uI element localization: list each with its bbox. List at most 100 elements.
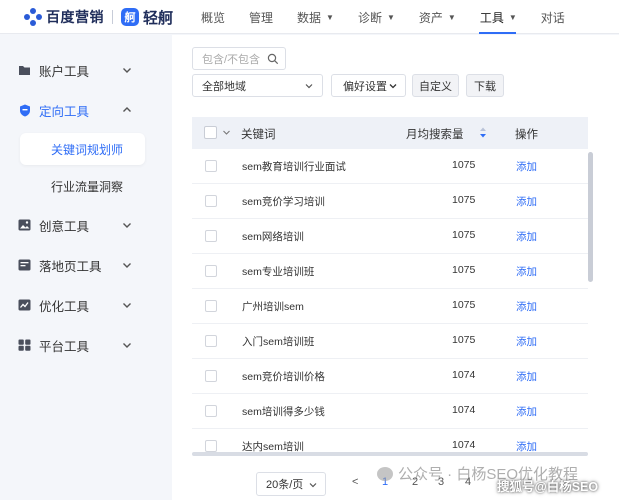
- select-all-checkbox[interactable]: [204, 126, 217, 139]
- row-checkbox[interactable]: [205, 300, 217, 312]
- add-keyword-link[interactable]: 添加: [516, 369, 537, 384]
- nav-item-diagnose[interactable]: 诊断 ▼: [345, 0, 406, 34]
- volume-cell: 1075: [452, 334, 476, 346]
- custom-button[interactable]: 自定义: [412, 74, 459, 97]
- sidebar-item-optimization-tools[interactable]: 优化工具: [18, 293, 144, 317]
- row-checkbox[interactable]: [205, 230, 217, 242]
- add-keyword-link[interactable]: 添加: [516, 229, 537, 244]
- add-keyword-link[interactable]: 添加: [516, 299, 537, 314]
- sidebar-item-landing-page-tools[interactable]: 落地页工具: [18, 253, 144, 277]
- image-icon: [18, 219, 31, 232]
- table-row: sem竞价培训价格 1074 添加: [192, 359, 588, 394]
- download-button[interactable]: 下载: [466, 74, 504, 97]
- row-checkbox[interactable]: [205, 440, 217, 452]
- chevron-up-icon: [123, 107, 131, 112]
- add-keyword-link[interactable]: 添加: [516, 264, 537, 279]
- chevron-down-icon: [123, 223, 131, 228]
- nav-item-data[interactable]: 数据 ▼: [284, 0, 345, 34]
- main-panel: 包含/不包含 全部地域 偏好设置 自定义 下载 关键词 月均搜索量 操作 sem…: [172, 35, 619, 500]
- chevron-down-icon: [123, 343, 131, 348]
- caret-down-icon: ▼: [508, 12, 517, 22]
- filter-placeholder: 包含/不包含: [202, 53, 261, 66]
- row-checkbox[interactable]: [205, 405, 217, 417]
- sidebar-item-account-tools[interactable]: 账户工具: [18, 58, 144, 82]
- sidebar-item-targeting-tools[interactable]: 定向工具: [18, 98, 144, 122]
- chevron-down-icon: [305, 84, 313, 89]
- volume-cell: 1074: [452, 404, 476, 416]
- keyword-cell: sem专业培训班: [242, 266, 315, 278]
- add-keyword-link[interactable]: 添加: [516, 159, 537, 174]
- nav-item-label: 数据: [297, 10, 322, 25]
- nav-item-overview[interactable]: 概览: [188, 0, 236, 34]
- nav-item-assets[interactable]: 资产 ▼: [406, 0, 467, 34]
- vertical-scrollbar[interactable]: [588, 152, 593, 282]
- nav-item-label: 资产: [418, 10, 443, 25]
- keyword-cell: sem竞价学习培训: [242, 196, 325, 208]
- qingge-logo-icon: 舸: [121, 8, 139, 26]
- caret-down-icon: ▼: [326, 12, 334, 22]
- prev-page-button[interactable]: <: [352, 476, 358, 488]
- chevron-down-icon: [123, 263, 131, 268]
- sidebar-subitem-label: 关键词规划师: [51, 142, 124, 157]
- platform-icon: [18, 339, 31, 352]
- sidebar: 账户工具 定向工具 关键词规划师 行业流量洞察 创意工具 落地页工具 优化工具: [0, 35, 162, 500]
- add-keyword-link[interactable]: 添加: [516, 439, 537, 452]
- chevron-down-icon[interactable]: [222, 128, 231, 137]
- volume-cell: 1075: [452, 194, 476, 206]
- volume-cell: 1074: [452, 369, 476, 381]
- table-row: 入门sem培训班 1075 添加: [192, 324, 588, 359]
- keyword-cell: sem教育培训行业面试: [242, 161, 346, 173]
- keyword-cell: sem培训得多少钱: [242, 406, 325, 418]
- column-header-monthly-volume[interactable]: 月均搜索量: [406, 126, 464, 142]
- product-name: 轻舸: [143, 9, 174, 27]
- table-row: 达内sem培训 1074 添加: [192, 429, 588, 452]
- nav-item-label: 对话: [540, 10, 565, 25]
- sidebar-item-label: 优化工具: [39, 299, 90, 314]
- horizontal-scrollbar[interactable]: [192, 452, 588, 456]
- include-exclude-filter-input[interactable]: 包含/不包含: [192, 47, 286, 70]
- add-keyword-link[interactable]: 添加: [516, 404, 537, 419]
- table-row: sem专业培训班 1075 添加: [192, 254, 588, 289]
- sidebar-item-platform-tools[interactable]: 平台工具: [18, 333, 144, 357]
- keyword-cell: sem网络培训: [242, 231, 304, 243]
- nav-item-tools[interactable]: 工具 ▼: [467, 0, 528, 34]
- chevron-down-icon: [123, 68, 131, 73]
- sidebar-subitem-keyword-planner[interactable]: 关键词规划师: [20, 133, 145, 165]
- sidebar-item-label: 创意工具: [39, 219, 90, 234]
- nav-item-manage[interactable]: 管理: [236, 0, 284, 34]
- keyword-cell: 广州培训sem: [242, 301, 304, 313]
- page-size-value: 20条/页: [266, 479, 304, 491]
- sort-icon[interactable]: [479, 127, 487, 138]
- brand-logo[interactable]: 百度营销 舸 轻舸: [24, 7, 173, 27]
- volume-cell: 1075: [452, 229, 476, 241]
- table-row: sem网络培训 1075 添加: [192, 219, 588, 254]
- sidebar-item-creative-tools[interactable]: 创意工具: [18, 213, 144, 237]
- row-checkbox[interactable]: [205, 370, 217, 382]
- row-checkbox[interactable]: [205, 160, 217, 172]
- volume-cell: 1075: [452, 299, 476, 311]
- add-keyword-link[interactable]: 添加: [516, 194, 537, 209]
- region-select[interactable]: 全部地域: [192, 74, 323, 97]
- sidebar-item-label: 落地页工具: [39, 259, 102, 274]
- search-icon[interactable]: [267, 53, 279, 65]
- preference-select[interactable]: 偏好设置: [331, 74, 406, 97]
- row-checkbox[interactable]: [205, 335, 217, 347]
- column-header-keyword: 关键词: [241, 129, 276, 141]
- logo-divider: [112, 10, 113, 24]
- chart-icon: [18, 299, 31, 312]
- brand-name: 百度营销: [46, 9, 104, 25]
- sidebar-subitem-industry-traffic[interactable]: 行业流量洞察: [18, 170, 146, 202]
- top-bar: 百度营销 舸 轻舸 概览 管理 数据 ▼ 诊断 ▼ 资产 ▼ 工具 ▼ 对话: [0, 0, 619, 34]
- nav-item-label: 管理: [249, 10, 274, 25]
- table-row: sem教育培训行业面试 1075 添加: [192, 149, 588, 184]
- page-size-select[interactable]: 20条/页: [256, 472, 326, 496]
- chevron-down-icon: [309, 483, 317, 488]
- row-checkbox[interactable]: [205, 195, 217, 207]
- add-keyword-link[interactable]: 添加: [516, 334, 537, 349]
- row-checkbox[interactable]: [205, 265, 217, 277]
- volume-cell: 1074: [452, 439, 476, 451]
- sidebar-item-label: 平台工具: [39, 339, 90, 354]
- table-row: 广州培训sem 1075 添加: [192, 289, 588, 324]
- nav-item-dialog[interactable]: 对话: [528, 0, 576, 34]
- wechat-icon: [377, 466, 393, 481]
